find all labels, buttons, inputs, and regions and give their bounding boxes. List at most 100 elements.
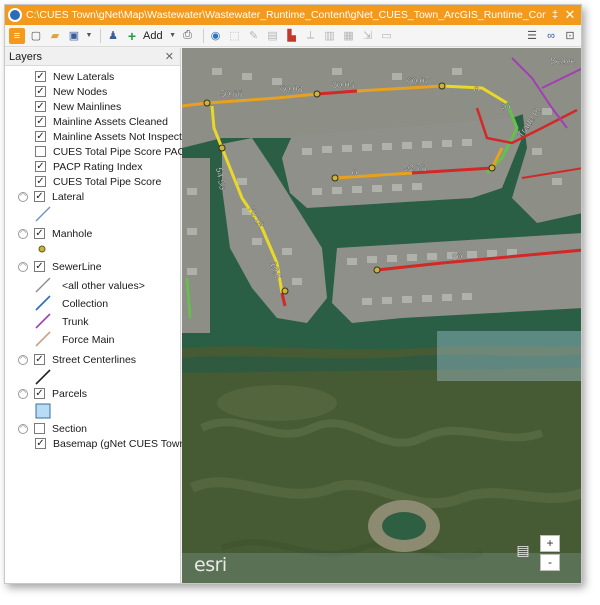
pipe-label: 80.05 [332,80,355,90]
layer-checkbox[interactable]: ✓ [34,388,45,399]
table-icon[interactable]: ▤ [265,28,281,44]
legend-item-collection: Collection [62,296,108,311]
map-view[interactable]: 50.66 60.08 80.05 60.07 0 40 54.56 70.18… [182,48,582,584]
expand-collapse-icon[interactable]: ◠ [18,261,28,272]
export-icon[interactable]: ⇲ [360,28,376,44]
legend-label: Trunk [62,315,89,328]
layer-row-pacp-rating-index[interactable]: ✓ PACP Rating Index [35,159,143,174]
force-main-symbol [35,331,51,347]
select-icon[interactable]: ⬚ [227,28,243,44]
measure-icon[interactable]: ⟂ [303,28,319,44]
open-folder-icon[interactable]: ▰ [47,28,63,44]
more-icon[interactable]: ▭ [379,28,395,44]
expand-collapse-icon[interactable]: ◠ [18,228,28,239]
trunk-symbol [35,313,51,329]
expand-collapse-icon[interactable]: ◠ [18,191,28,202]
legend-item-trunk: Trunk [62,314,88,329]
pipe-label: 60.07 [407,76,430,86]
layer-row-new-nodes[interactable]: ✓ New Nodes [35,84,107,99]
layer-label: Lateral [52,190,85,203]
save-icon[interactable]: ▣ [66,28,82,44]
application-window: C:\CUES Town\gNet\Map\Wastewater\Wastewa… [4,4,582,584]
close-panel-icon[interactable]: ✕ [165,50,174,63]
dropdown-arrow-icon[interactable]: ▼ [85,28,93,44]
layer-checkbox[interactable]: ✓ [35,131,46,142]
new-icon[interactable]: ▢ [28,28,44,44]
globe-icon[interactable]: ◉ [208,28,224,44]
title-bar: C:\CUES Town\gNet\Map\Wastewater\Wastewa… [5,5,581,25]
layer-row-street-centerlines[interactable]: ◠ ✓ Street Centerlines [18,352,136,367]
layer-checkbox[interactable]: ✓ [35,116,46,127]
pipe-label: 60.08 [280,84,303,94]
all-other-values-symbol [35,277,51,293]
layer-checkbox[interactable]: ✓ [35,101,46,112]
layers-icon[interactable]: ≡ [9,27,25,44]
parcel-symbol [35,403,51,419]
layers-panel: Layers ✕ ✓ New Laterals ✓ New Nodes ✓ Ne… [5,48,214,583]
layer-label: New Laterals [53,70,115,83]
layer-checkbox[interactable]: ✓ [35,71,46,82]
legend-label: <all other values> [62,279,145,292]
layer-row-lateral[interactable]: ◠ ✓ Lateral [18,189,84,204]
layer-row-sewerline[interactable]: ◠ ✓ SewerLine [18,259,102,274]
expand-collapse-icon[interactable]: ◠ [18,354,28,365]
layer-row-new-laterals[interactable]: ✓ New Laterals [35,69,114,84]
aerial-basemap[interactable]: 50.66 60.08 80.05 60.07 0 40 54.56 70.18… [182,48,582,584]
dropdown-arrow-icon[interactable]: ▼ [169,28,177,44]
layer-checkbox[interactable]: ✓ [34,191,45,202]
layer-row-new-mainlines[interactable]: ✓ New Mainlines [35,99,121,114]
layer-row-mainline-assets-not-inspected[interactable]: ✓ Mainline Assets Not Inspected [35,129,194,144]
toolbar-separator [100,28,101,43]
manhole-symbol [38,245,46,253]
expand-collapse-icon[interactable]: ◠ [18,423,28,434]
user-icon[interactable]: ♟ [105,28,121,44]
esri-attribution-logo: esri [194,554,227,576]
layers-list: ✓ New Laterals ✓ New Nodes ✓ New Mainlin… [5,66,214,566]
collection-symbol [35,295,51,311]
list-icon[interactable]: ☰ [524,28,540,44]
layer-checkbox[interactable]: ✓ [35,176,46,187]
zoom-extent-icon[interactable]: ⊡ [562,28,578,44]
layer-label: Street Centerlines [52,353,137,366]
layer-row-manhole[interactable]: ◠ ✓ Manhole [18,226,92,241]
expand-collapse-icon[interactable]: ◠ [18,388,28,399]
layer-checkbox[interactable]: ✓ [34,354,45,365]
edit-icon[interactable]: ✎ [246,28,262,44]
layer-row-cues-total-pipe-score[interactable]: ✓ CUES Total Pipe Score [35,174,161,189]
layer-checkbox[interactable] [35,146,46,157]
layer-label: Manhole [52,227,93,240]
layer-checkbox[interactable]: ✓ [34,228,45,239]
legend-item-force-main: Force Main [62,332,115,347]
map-legend-icon[interactable]: ▤ [514,542,532,560]
window-title: C:\CUES Town\gNet\Map\Wastewater\Wastewa… [26,9,546,21]
legend-label: Force Main [62,333,115,346]
layer-row-parcels[interactable]: ◠ ✓ Parcels [18,386,87,401]
pipe-label: 40 [500,102,510,112]
layer-row-mainline-assets-cleaned[interactable]: ✓ Mainline Assets Cleaned [35,114,168,129]
add-button[interactable]: Add [143,30,163,42]
layer-checkbox[interactable] [34,423,45,434]
add-data-icon[interactable]: + [124,28,140,44]
layer-checkbox[interactable]: ✓ [35,161,46,172]
layer-label: Section [52,422,88,435]
close-window-button[interactable]: ✕ [562,7,578,23]
toolbar-separator [202,28,204,43]
layer-checkbox[interactable]: ✓ [35,86,46,97]
print-icon[interactable]: ⎙ [180,28,196,44]
street-centerline-symbol [35,369,51,385]
legend-item-all-other-values: <all other values> [62,278,145,293]
layer-label: Mainline Assets Not Inspected [53,130,194,143]
layer-checkbox[interactable]: ✓ [35,438,46,449]
layer-label: PACP Rating Index [53,160,143,173]
layer-row-section[interactable]: ◠ Section [18,421,87,436]
binoculars-icon[interactable]: ∞ [543,28,559,44]
layer-row-cues-total-pipe-score-pacp[interactable]: CUES Total Pipe Score PACP [35,144,192,159]
layer-checkbox[interactable]: ✓ [34,261,45,272]
chart-icon[interactable]: ▙ [284,28,300,44]
split-icon[interactable]: ▥ [322,28,338,44]
pin-icon[interactable]: ‡ [548,9,562,21]
layer-label: CUES Total Pipe Score [53,175,162,188]
merge-icon[interactable]: ▦ [341,28,357,44]
zoom-out-button[interactable]: - [540,554,560,571]
zoom-in-button[interactable]: + [540,535,560,552]
